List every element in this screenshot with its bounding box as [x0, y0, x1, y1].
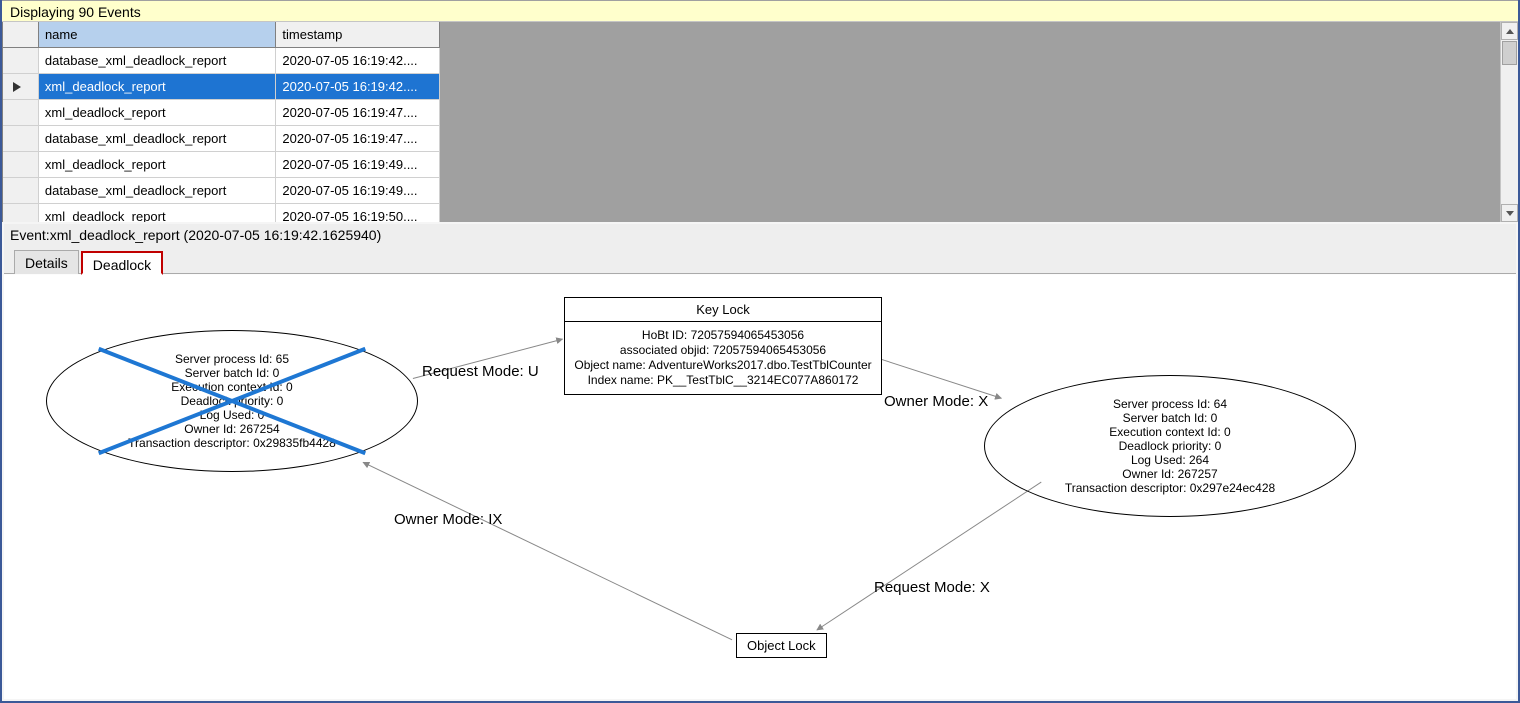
grid-header-selector[interactable]: [3, 22, 39, 48]
table-row[interactable]: xml_deadlock_report2020-07-05 16:19:49..…: [3, 152, 440, 178]
cell-timestamp[interactable]: 2020-07-05 16:19:42....: [276, 48, 440, 74]
edge-label-owner-x: Owner Mode: X: [884, 393, 988, 410]
edge-label-request-u: Request Mode: U: [422, 363, 539, 380]
edge-label-owner-ix: Owner Mode: IX: [394, 511, 502, 528]
cell-name[interactable]: xml_deadlock_report: [39, 204, 276, 222]
arrow-down-icon: [1506, 211, 1514, 216]
table-row[interactable]: xml_deadlock_report2020-07-05 16:19:47..…: [3, 100, 440, 126]
details-panel: Event:xml_deadlock_report (2020-07-05 16…: [4, 224, 1516, 699]
grid-header-timestamp[interactable]: timestamp: [276, 22, 440, 48]
row-selector-cell[interactable]: [3, 178, 39, 204]
status-banner-text: Displaying 90 Events: [10, 4, 141, 20]
event-title: Event:xml_deadlock_report (2020-07-05 16…: [4, 224, 1516, 248]
tab-bar: Details Deadlock: [4, 248, 1516, 274]
status-banner: Displaying 90 Events: [2, 0, 1518, 22]
cell-name[interactable]: xml_deadlock_report: [39, 152, 276, 178]
winner-process-node[interactable]: Server process Id: 64Server batch Id: 0E…: [984, 375, 1356, 517]
arrow-up-icon: [1506, 29, 1514, 34]
row-selector-cell[interactable]: [3, 100, 39, 126]
key-lock-node[interactable]: Key Lock HoBt ID: 72057594065453056assoc…: [564, 297, 882, 395]
cell-name[interactable]: xml_deadlock_report: [39, 100, 276, 126]
row-selector-cell[interactable]: [3, 152, 39, 178]
event-grid[interactable]: name timestamp database_xml_deadlock_rep…: [2, 22, 440, 222]
table-row[interactable]: xml_deadlock_report2020-07-05 16:19:42..…: [3, 74, 440, 100]
cell-name[interactable]: xml_deadlock_report: [39, 74, 276, 100]
edge-label-request-x: Request Mode: X: [874, 579, 990, 596]
grid-body: database_xml_deadlock_report2020-07-05 1…: [3, 48, 440, 222]
winner-process-text: Server process Id: 64Server batch Id: 0E…: [1065, 397, 1275, 495]
event-grid-area: name timestamp database_xml_deadlock_rep…: [2, 22, 1518, 222]
cell-timestamp[interactable]: 2020-07-05 16:19:47....: [276, 126, 440, 152]
row-indicator-icon: [13, 82, 21, 92]
tab-details[interactable]: Details: [14, 250, 79, 274]
victim-process-text: Server process Id: 65Server batch Id: 0E…: [128, 352, 336, 450]
cell-timestamp[interactable]: 2020-07-05 16:19:47....: [276, 100, 440, 126]
cell-timestamp[interactable]: 2020-07-05 16:19:49....: [276, 178, 440, 204]
row-selector-cell[interactable]: [3, 74, 39, 100]
grid-header-name[interactable]: name: [39, 22, 276, 48]
cell-name[interactable]: database_xml_deadlock_report: [39, 178, 276, 204]
scroll-down-button[interactable]: [1501, 204, 1518, 222]
table-row[interactable]: database_xml_deadlock_report2020-07-05 1…: [3, 178, 440, 204]
deadlock-graph[interactable]: Server process Id: 65Server batch Id: 0E…: [4, 275, 1516, 699]
cell-name[interactable]: database_xml_deadlock_report: [39, 48, 276, 74]
scroll-up-button[interactable]: [1501, 22, 1518, 40]
table-row[interactable]: xml_deadlock_report2020-07-05 16:19:50..…: [3, 204, 440, 222]
app-frame: Displaying 90 Events name timestamp data…: [2, 0, 1518, 701]
row-selector-cell[interactable]: [3, 48, 39, 74]
key-lock-title: Key Lock: [565, 298, 881, 322]
scroll-thumb[interactable]: [1502, 41, 1517, 65]
cell-timestamp[interactable]: 2020-07-05 16:19:42....: [276, 74, 440, 100]
cell-timestamp[interactable]: 2020-07-05 16:19:49....: [276, 152, 440, 178]
cell-timestamp[interactable]: 2020-07-05 16:19:50....: [276, 204, 440, 222]
row-selector-cell[interactable]: [3, 126, 39, 152]
cell-name[interactable]: database_xml_deadlock_report: [39, 126, 276, 152]
table-row[interactable]: database_xml_deadlock_report2020-07-05 1…: [3, 126, 440, 152]
key-lock-body: HoBt ID: 72057594065453056associated obj…: [565, 322, 881, 394]
victim-process-node[interactable]: Server process Id: 65Server batch Id: 0E…: [46, 330, 418, 472]
object-lock-node[interactable]: Object Lock: [736, 633, 827, 658]
table-row[interactable]: database_xml_deadlock_report2020-07-05 1…: [3, 48, 440, 74]
row-selector-cell[interactable]: [3, 204, 39, 222]
tab-deadlock[interactable]: Deadlock: [81, 251, 163, 275]
grid-header-row: name timestamp: [3, 22, 440, 48]
grid-vertical-scrollbar[interactable]: [1500, 22, 1518, 222]
